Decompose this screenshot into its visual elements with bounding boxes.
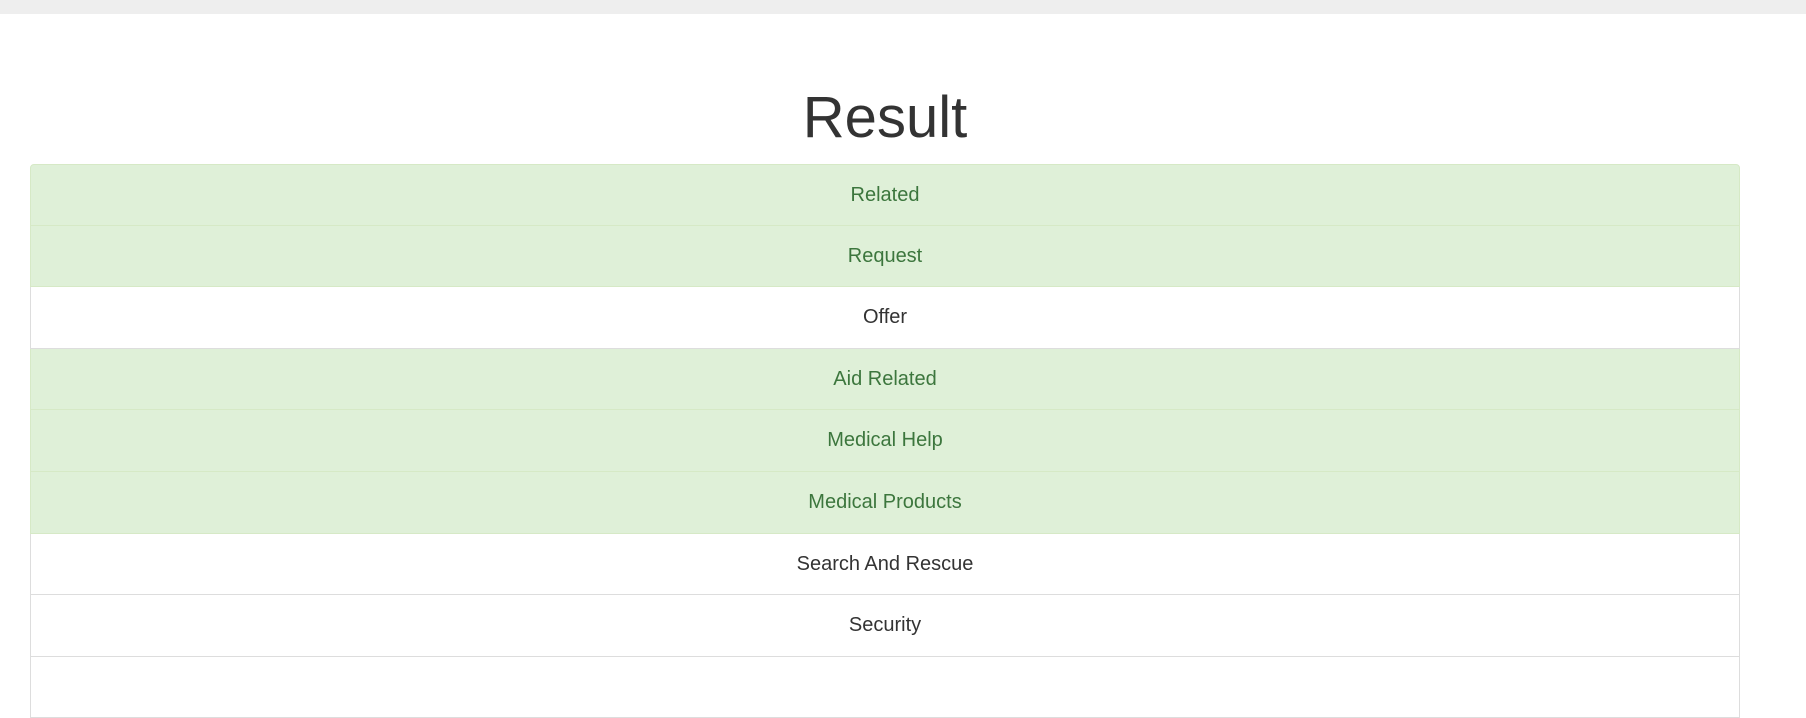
top-bar: [0, 0, 1806, 14]
list-item: Security: [30, 595, 1740, 657]
list-item: Medical Help: [30, 410, 1740, 472]
list-item: Offer: [30, 287, 1740, 349]
list-item: Medical Products: [30, 471, 1740, 534]
list-item: Related: [30, 164, 1740, 226]
list-item: Request: [30, 225, 1740, 288]
result-list: Related Request Offer Aid Related Medica…: [30, 164, 1740, 718]
page-title: Result: [802, 85, 968, 150]
list-item: Aid Related: [30, 348, 1740, 411]
list-item: Search And Rescue: [30, 533, 1740, 596]
list-item: [30, 656, 1740, 718]
